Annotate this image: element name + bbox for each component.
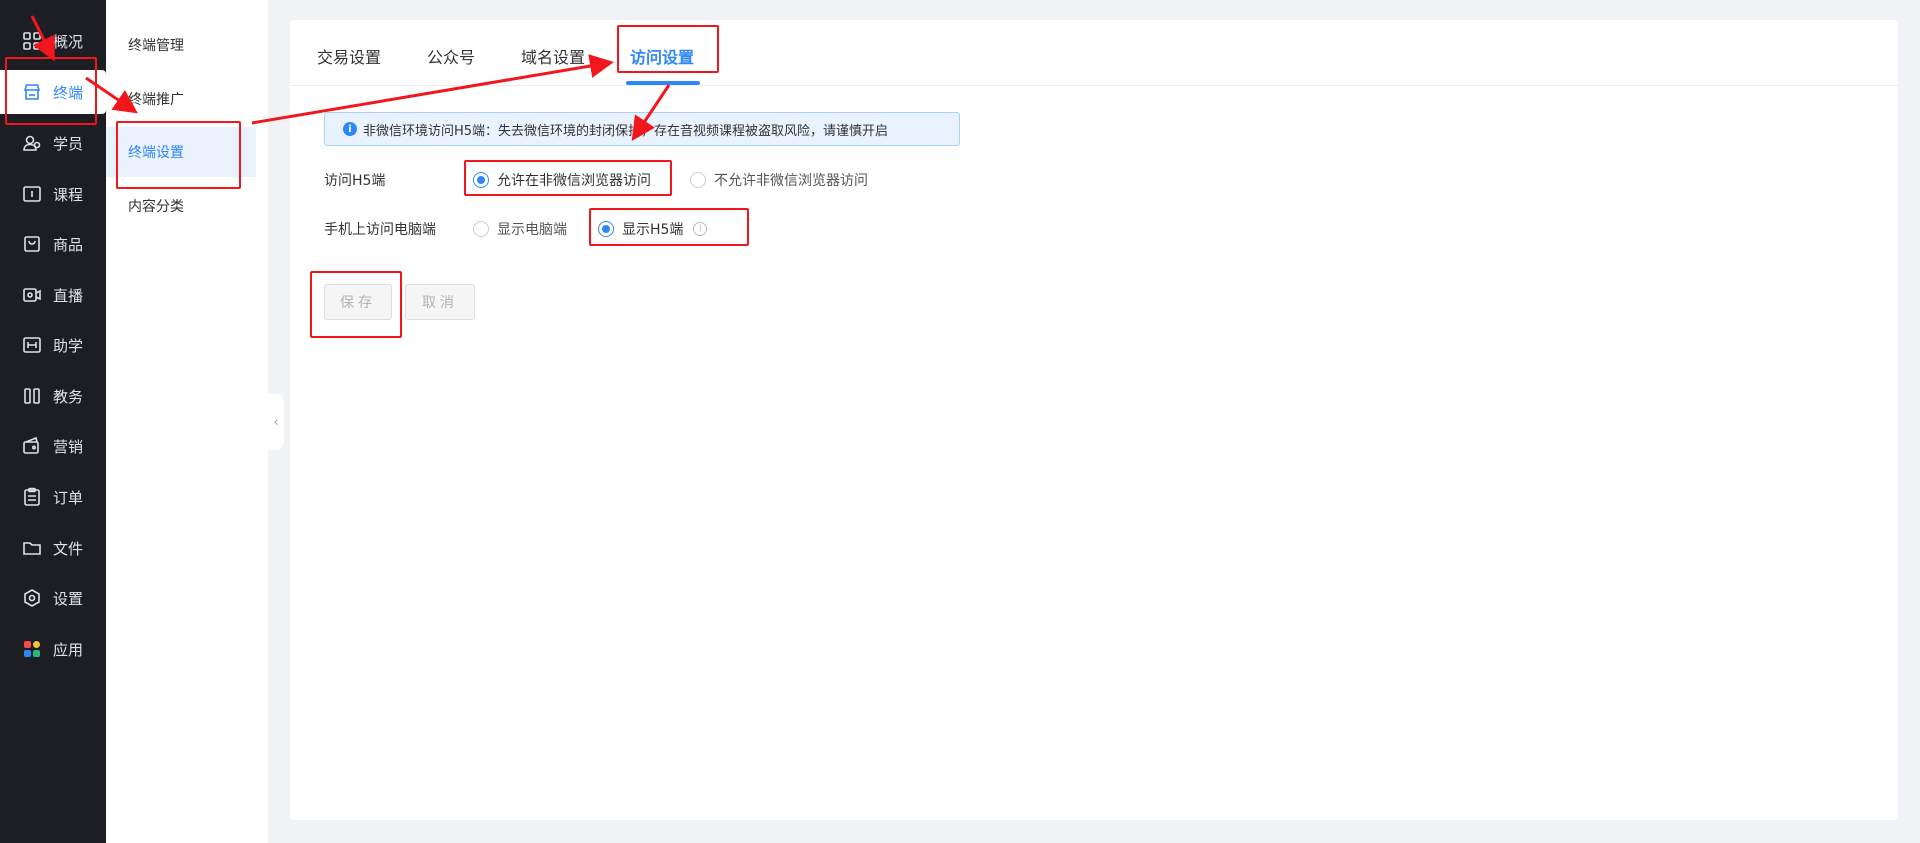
radio-label: 允许在非微信浏览器访问 — [497, 173, 651, 189]
nav-label: 商品 — [53, 235, 84, 254]
course-icon — [22, 184, 42, 204]
nav-label: 营销 — [53, 437, 84, 456]
collapse-sidebar-handle[interactable]: ‹ — [268, 394, 284, 450]
radio-circle — [473, 221, 489, 237]
nav-label: 课程 — [53, 185, 84, 204]
chevron-left-icon: ‹ — [273, 414, 279, 430]
nav-item-settings[interactable]: 设置 — [0, 576, 106, 620]
sub-item-terminal-promotion[interactable]: 终端推广 — [106, 74, 256, 124]
info-circle-icon[interactable]: i — [693, 222, 708, 236]
video-icon — [22, 285, 42, 305]
tab-domain-settings[interactable]: 域名设置 — [521, 44, 585, 68]
nav-item-academic[interactable]: 教务 — [0, 374, 106, 418]
main-nav: 概况 终端 学员 课程 商品 直播 助学 教务 营销 订单 文件 设置 应用 — [0, 0, 106, 843]
bag-icon — [22, 234, 42, 254]
nav-label: 概况 — [53, 32, 84, 51]
nav-label: 应用 — [53, 640, 84, 659]
study-icon — [22, 335, 42, 355]
nav-label: 直播 — [53, 286, 84, 305]
sub-item-terminal-management[interactable]: 终端管理 — [106, 20, 256, 70]
h5-access-label: 访问H5端 — [324, 173, 386, 189]
sub-item-content-category[interactable]: 内容分类 — [106, 181, 256, 231]
tab-access-settings[interactable]: 访问设置 — [630, 44, 694, 68]
clipboard-icon — [22, 487, 42, 507]
radio-circle — [473, 172, 489, 188]
warning-notice: i 非微信环境访问H5端：失去微信环境的封闭保护，存在音视频课程被盗取风险，请谨… — [324, 112, 960, 146]
radio-circle — [690, 172, 706, 188]
grid-icon — [22, 31, 42, 51]
nav-label: 文件 — [53, 539, 84, 558]
nav-item-live[interactable]: 直播 — [0, 273, 106, 317]
nav-item-orders[interactable]: 订单 — [0, 475, 106, 519]
info-icon: i — [343, 122, 357, 136]
nav-label: 设置 — [53, 589, 84, 608]
columns-icon — [22, 386, 42, 406]
hexagon-icon — [22, 588, 42, 608]
nav-item-marketing[interactable]: 营销 — [0, 424, 106, 468]
radio-label: 不允许非微信浏览器访问 — [714, 173, 868, 189]
nav-label: 终端 — [53, 83, 84, 102]
radio-label: 显示电脑端 — [497, 222, 567, 238]
users-icon — [22, 133, 42, 153]
settings-tabs: 交易设置 公众号 域名设置 访问设置 — [290, 20, 1898, 86]
store-icon — [22, 82, 42, 102]
radio-show-h5[interactable]: 显示H5端 i — [598, 219, 708, 239]
nav-item-goods[interactable]: 商品 — [0, 222, 106, 266]
nav-item-overview[interactable]: 概况 — [0, 19, 106, 63]
nav-item-courses[interactable]: 课程 — [0, 172, 106, 216]
folder-icon — [22, 538, 42, 558]
mobile-pc-label: 手机上访问电脑端 — [324, 222, 436, 238]
nav-label: 学员 — [53, 134, 84, 153]
radio-allow-non-wechat[interactable]: 允许在非微信浏览器访问 — [473, 170, 651, 190]
nav-item-terminal[interactable]: 终端 — [0, 70, 106, 114]
sub-menu: 终端管理 终端推广 终端设置 内容分类 — [106, 0, 268, 843]
notice-text: 非微信环境访问H5端：失去微信环境的封闭保护，存在音视频课程被盗取风险，请谨慎开… — [363, 123, 889, 139]
nav-label: 助学 — [53, 336, 84, 355]
apps-icon — [22, 639, 42, 659]
radio-circle — [598, 221, 614, 237]
cancel-button[interactable]: 取消 — [405, 284, 475, 320]
radio-label: 显示H5端 — [622, 222, 684, 238]
nav-item-students[interactable]: 学员 — [0, 121, 106, 165]
settings-card: 交易设置 公众号 域名设置 访问设置 i 非微信环境访问H5端：失去微信环境的封… — [290, 20, 1898, 820]
nav-label: 教务 — [53, 387, 84, 406]
radio-show-pc[interactable]: 显示电脑端 — [473, 219, 567, 239]
sub-item-terminal-settings[interactable]: 终端设置 — [106, 127, 256, 177]
nav-item-study-aid[interactable]: 助学 — [0, 323, 106, 367]
nav-item-apps[interactable]: 应用 — [0, 627, 106, 671]
save-button[interactable]: 保存 — [324, 284, 392, 320]
wallet-icon — [22, 436, 42, 456]
tab-official-account[interactable]: 公众号 — [427, 44, 475, 68]
nav-label: 订单 — [53, 488, 84, 507]
tab-trade-settings[interactable]: 交易设置 — [317, 44, 381, 68]
nav-item-files[interactable]: 文件 — [0, 526, 106, 570]
radio-disallow-non-wechat[interactable]: 不允许非微信浏览器访问 — [690, 170, 868, 190]
active-tab-indicator — [626, 81, 700, 85]
